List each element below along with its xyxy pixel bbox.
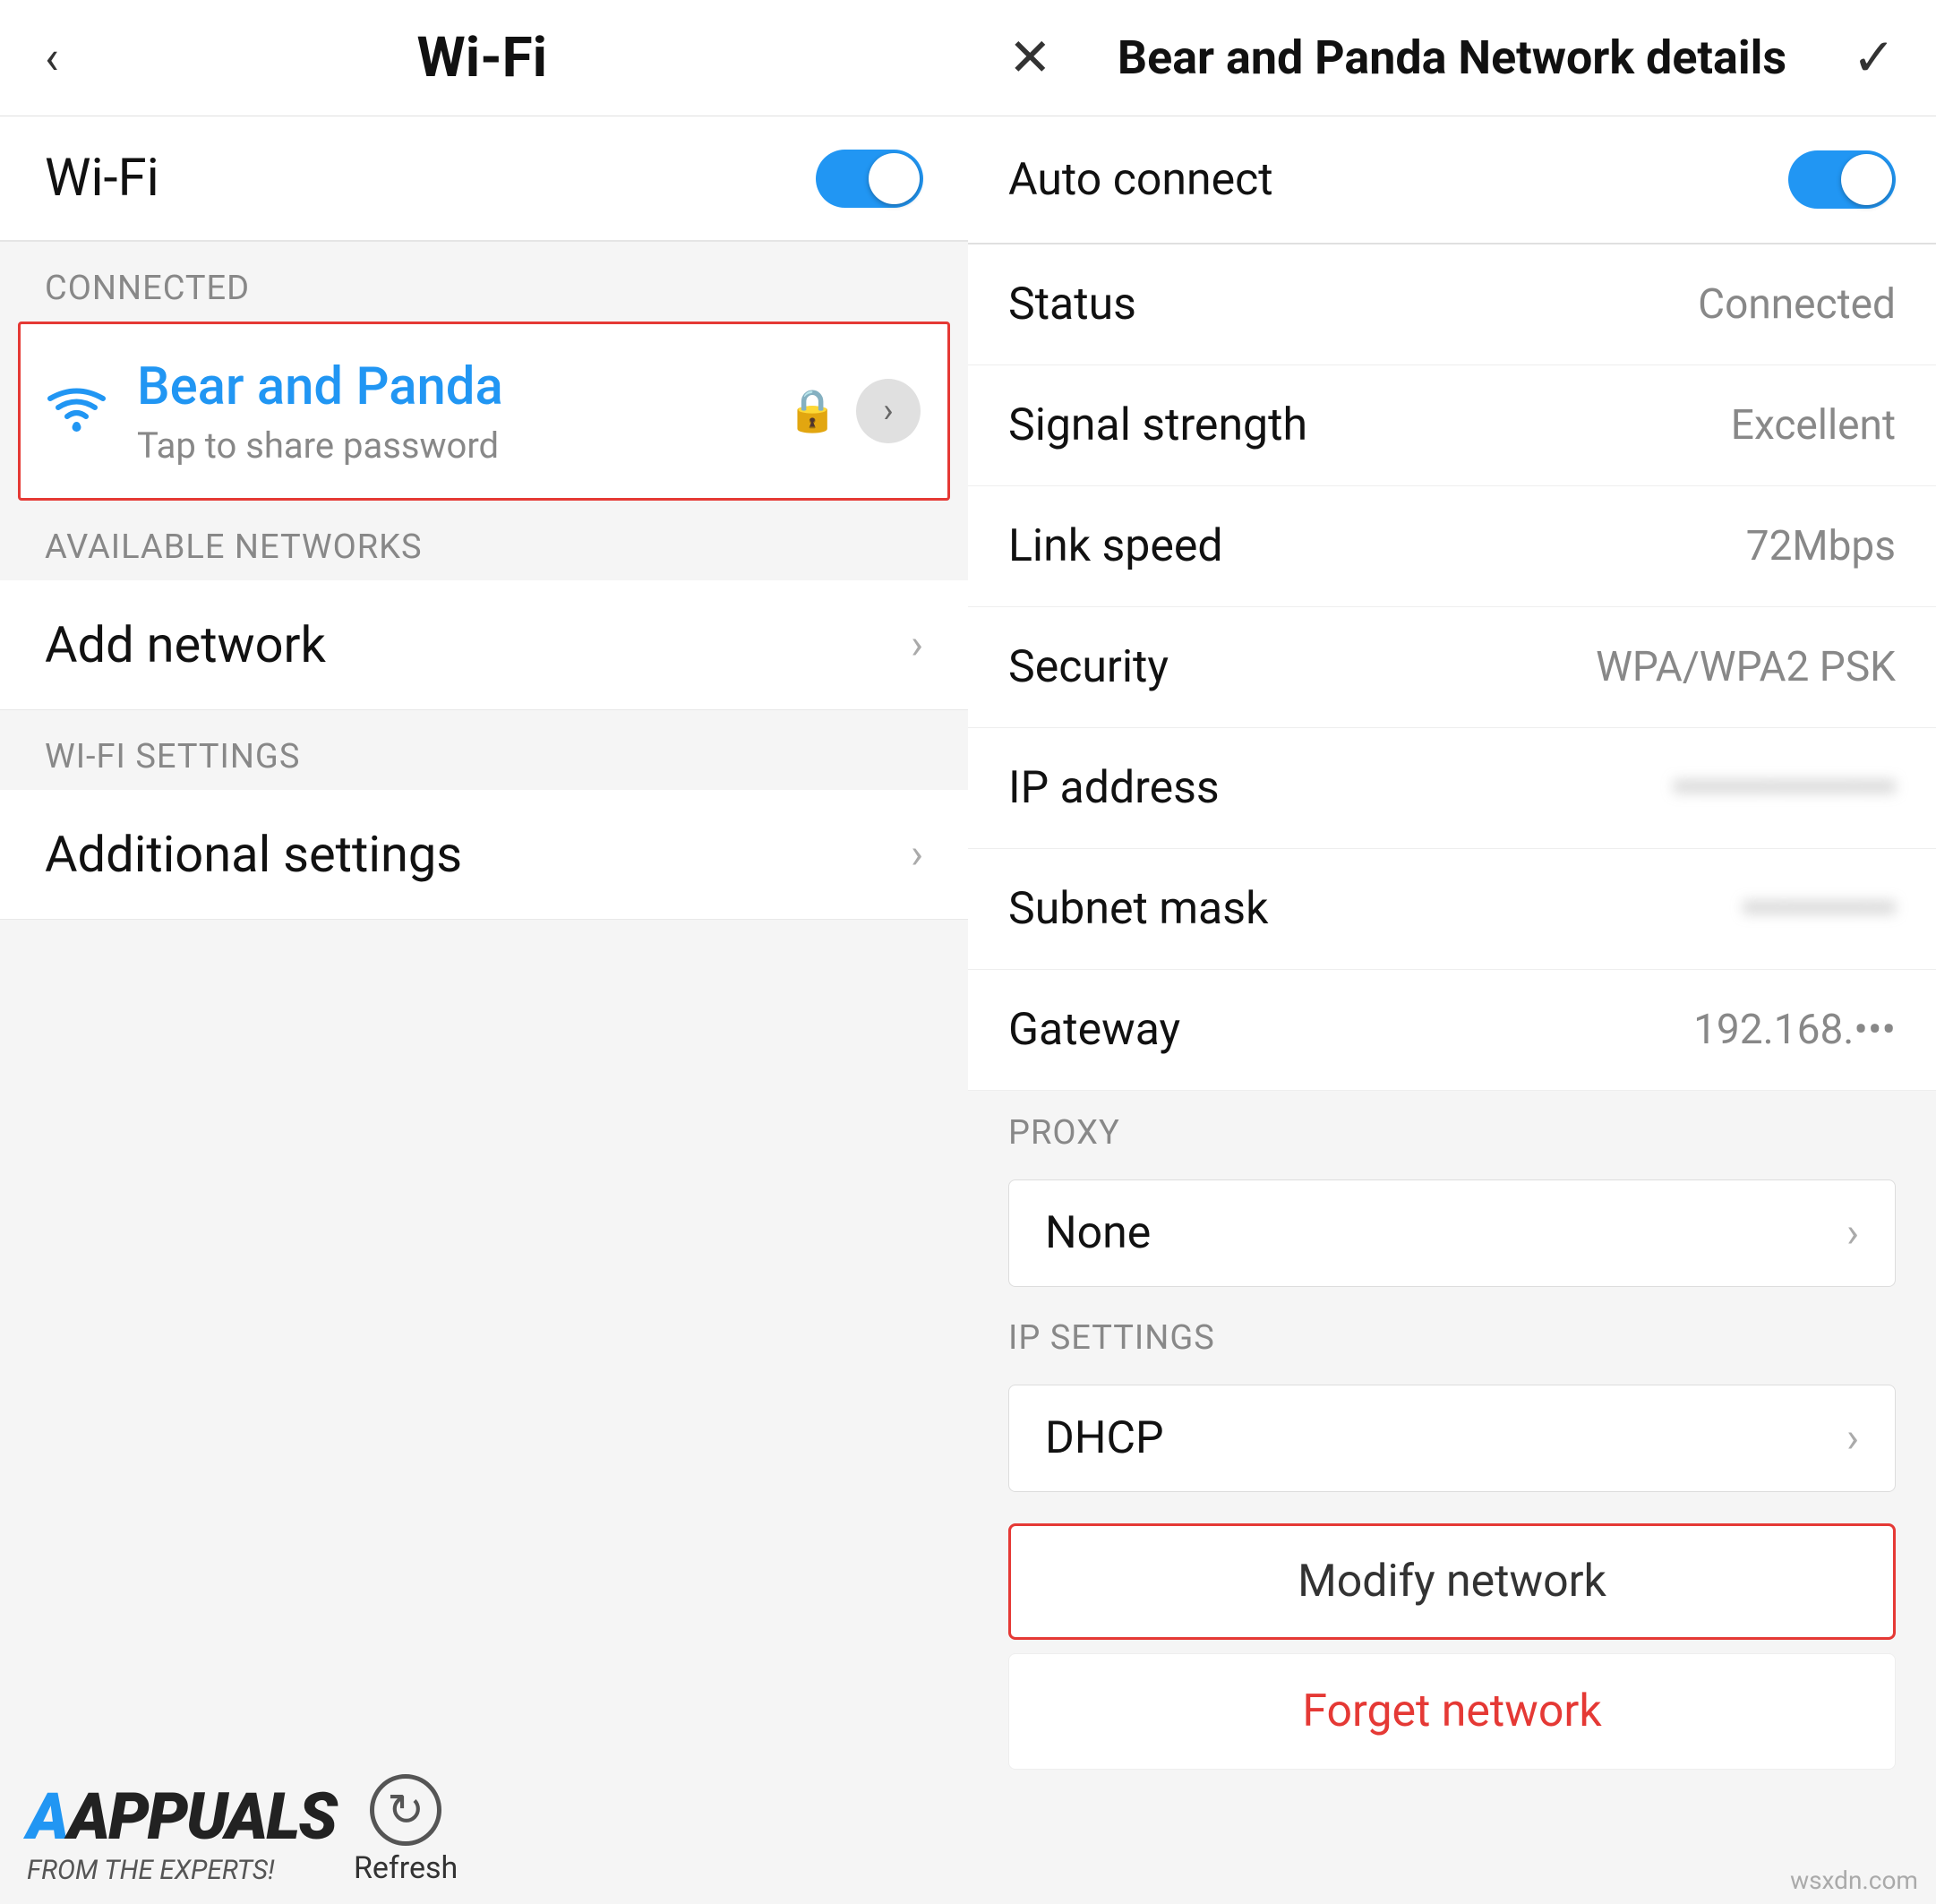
chevron-right-icon: › bbox=[883, 391, 893, 431]
link-speed-label: Link speed bbox=[1008, 520, 1746, 572]
status-row: Status Connected bbox=[968, 244, 1936, 365]
additional-settings-chevron-icon: › bbox=[911, 830, 923, 879]
close-button[interactable]: ✕ bbox=[1008, 27, 1052, 89]
additional-settings-item[interactable]: Additional settings › bbox=[0, 790, 968, 920]
security-value: WPA/WPA2 PSK bbox=[1596, 643, 1896, 691]
link-speed-row: Link speed 72Mbps bbox=[968, 486, 1936, 607]
right-header: ✕ Bear and Panda Network details ✓ bbox=[968, 0, 1936, 116]
add-network-item[interactable]: Add network › bbox=[0, 580, 968, 710]
network-icons: 🔒 › bbox=[787, 379, 921, 443]
logo-text: APPUALS bbox=[68, 1779, 336, 1855]
add-network-chevron-icon: › bbox=[911, 621, 923, 669]
refresh-label: Refresh bbox=[354, 1850, 458, 1886]
wifi-settings-section-label: WI-FI SETTINGS bbox=[0, 710, 968, 790]
watermark-area: AAPPUALS FROM THE EXPERTS! ↻ Refresh bbox=[27, 1774, 458, 1886]
ip-address-row: IP address •••••••••••••••• bbox=[968, 728, 1936, 849]
gateway-label: Gateway bbox=[1008, 1004, 1693, 1056]
ip-settings-value: DHCP bbox=[1045, 1412, 1846, 1464]
forget-network-button[interactable]: Forget network bbox=[1008, 1653, 1896, 1770]
subnet-mask-row: Subnet mask ••••••••••• bbox=[968, 849, 1936, 970]
refresh-button[interactable]: ↻ Refresh bbox=[354, 1774, 458, 1886]
forget-network-label: Forget network bbox=[1302, 1685, 1601, 1737]
proxy-chevron-icon: › bbox=[1846, 1209, 1859, 1257]
auto-connect-toggle[interactable] bbox=[1788, 150, 1896, 209]
ip-settings-dropdown[interactable]: DHCP › bbox=[1008, 1385, 1896, 1492]
add-network-label: Add network bbox=[45, 615, 911, 674]
status-value: Connected bbox=[1698, 280, 1896, 329]
right-watermark: wsxdn.com bbox=[1790, 1865, 1918, 1895]
link-speed-value: 72Mbps bbox=[1746, 522, 1896, 570]
network-info: Bear and Panda Tap to share password bbox=[137, 356, 787, 467]
security-label: Security bbox=[1008, 641, 1596, 693]
page-title: Wi-Fi bbox=[95, 25, 869, 90]
lock-icon: 🔒 bbox=[787, 387, 838, 435]
network-chevron-button[interactable]: › bbox=[856, 379, 921, 443]
right-panel: ✕ Bear and Panda Network details ✓ Auto … bbox=[968, 0, 1936, 1904]
network-sub: Tap to share password bbox=[137, 425, 787, 467]
wifi-toggle-row: Wi-Fi bbox=[0, 116, 968, 242]
proxy-section-label: PROXY bbox=[1008, 1113, 1120, 1153]
signal-strength-row: Signal strength Excellent bbox=[968, 365, 1936, 486]
proxy-dropdown[interactable]: None › bbox=[1008, 1179, 1896, 1287]
left-header: ‹ Wi-Fi bbox=[0, 0, 968, 116]
signal-strength-value: Excellent bbox=[1731, 401, 1896, 450]
confirm-button[interactable]: ✓ bbox=[1852, 27, 1896, 89]
modify-network-button[interactable]: Modify network bbox=[1008, 1523, 1896, 1640]
refresh-icon: ↻ bbox=[370, 1774, 441, 1846]
subnet-mask-label: Subnet mask bbox=[1008, 883, 1743, 935]
wifi-toggle[interactable] bbox=[816, 150, 923, 208]
security-row: Security WPA/WPA2 PSK bbox=[968, 607, 1936, 728]
subnet-mask-value: ••••••••••• bbox=[1743, 885, 1896, 933]
toggle-knob bbox=[869, 153, 920, 204]
gateway-value: 192.168.••• bbox=[1693, 1006, 1896, 1054]
auto-connect-toggle-knob bbox=[1841, 154, 1892, 205]
signal-strength-label: Signal strength bbox=[1008, 399, 1731, 451]
proxy-section: PROXY bbox=[968, 1091, 1936, 1166]
gateway-row: Gateway 192.168.••• bbox=[968, 970, 1936, 1091]
right-page-title: Bear and Panda Network details bbox=[1079, 30, 1826, 85]
connected-network-item[interactable]: Bear and Panda Tap to share password 🔒 › bbox=[18, 322, 950, 501]
appuals-logo: AAPPUALS FROM THE EXPERTS! bbox=[27, 1779, 336, 1886]
proxy-value: None bbox=[1045, 1207, 1846, 1259]
status-label: Status bbox=[1008, 279, 1698, 330]
connected-section-label: CONNECTED bbox=[0, 242, 968, 322]
modify-network-label: Modify network bbox=[1298, 1556, 1606, 1608]
ip-settings-section: IP SETTINGS bbox=[968, 1300, 1936, 1371]
watermark-sub: FROM THE EXPERTS! bbox=[27, 1855, 336, 1886]
left-panel: ‹ Wi-Fi Wi-Fi CONNECTED Bear and Panda T… bbox=[0, 0, 968, 1904]
available-section-label: AVAILABLE NETWORKS bbox=[0, 501, 968, 580]
ip-address-label: IP address bbox=[1008, 762, 1674, 814]
ip-settings-section-label: IP SETTINGS bbox=[1008, 1318, 1215, 1358]
ip-address-value: •••••••••••••••• bbox=[1674, 764, 1896, 812]
wifi-signal-icon bbox=[47, 385, 106, 438]
network-name: Bear and Panda bbox=[137, 356, 787, 417]
back-button[interactable]: ‹ bbox=[45, 30, 59, 85]
wifi-label: Wi-Fi bbox=[45, 148, 816, 209]
auto-connect-row: Auto connect bbox=[968, 116, 1936, 244]
additional-settings-label: Additional settings bbox=[45, 825, 911, 884]
auto-connect-label: Auto connect bbox=[1008, 154, 1788, 206]
ip-settings-chevron-icon: › bbox=[1846, 1414, 1859, 1462]
